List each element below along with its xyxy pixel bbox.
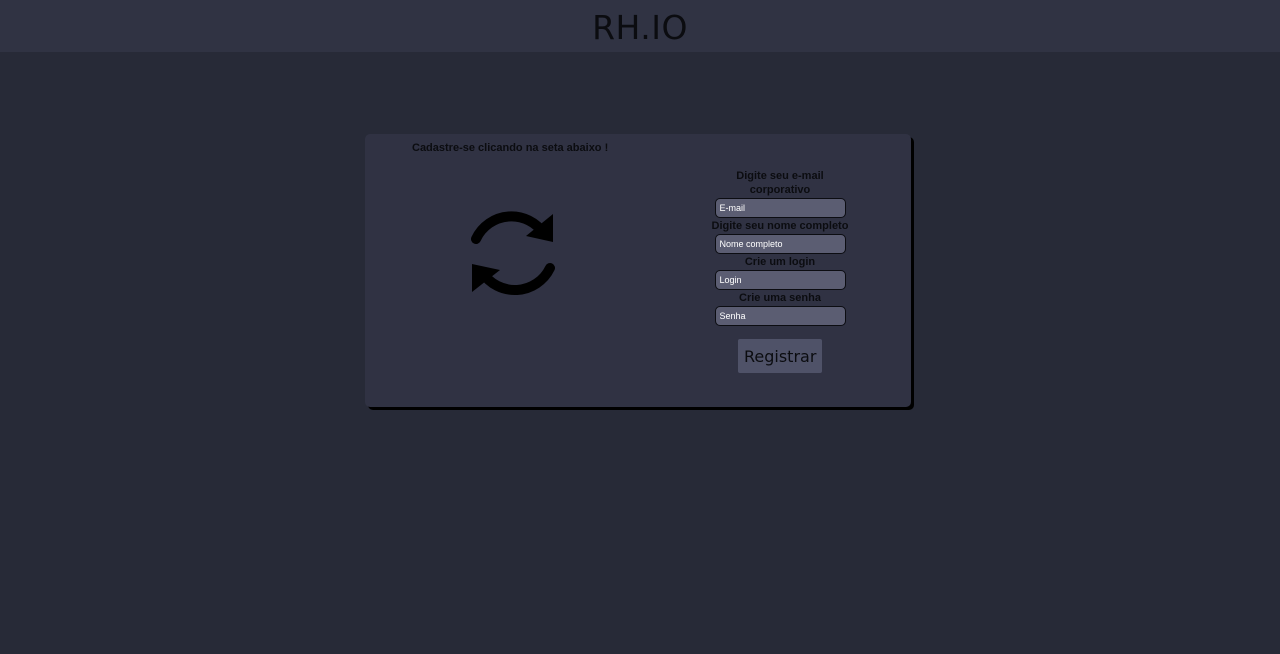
full-name-label: Digite seu nome completo: [711, 220, 849, 232]
password-label: Crie uma senha: [739, 292, 821, 304]
password-field[interactable]: [714, 306, 846, 326]
login-field[interactable]: [714, 270, 846, 290]
register-prompt: Cadastre-se clicando na seta abaixo !: [412, 142, 609, 154]
full-name-field[interactable]: [714, 234, 846, 254]
top-bar: RH.IO: [0, 0, 1280, 52]
email-label: Digite seu e-mail corporativo: [736, 170, 824, 196]
register-card: Cadastre-se clicando na seta abaixo ! Di…: [365, 134, 911, 407]
email-field[interactable]: [714, 198, 846, 218]
login-label: Crie um login: [744, 256, 816, 268]
register-form: Digite seu e-mail corporativo Digite seu…: [705, 169, 855, 373]
register-button[interactable]: Registrar: [738, 339, 822, 373]
brand-logo-text: RH.IO: [592, 7, 688, 47]
refresh-icon[interactable]: [466, 206, 560, 300]
